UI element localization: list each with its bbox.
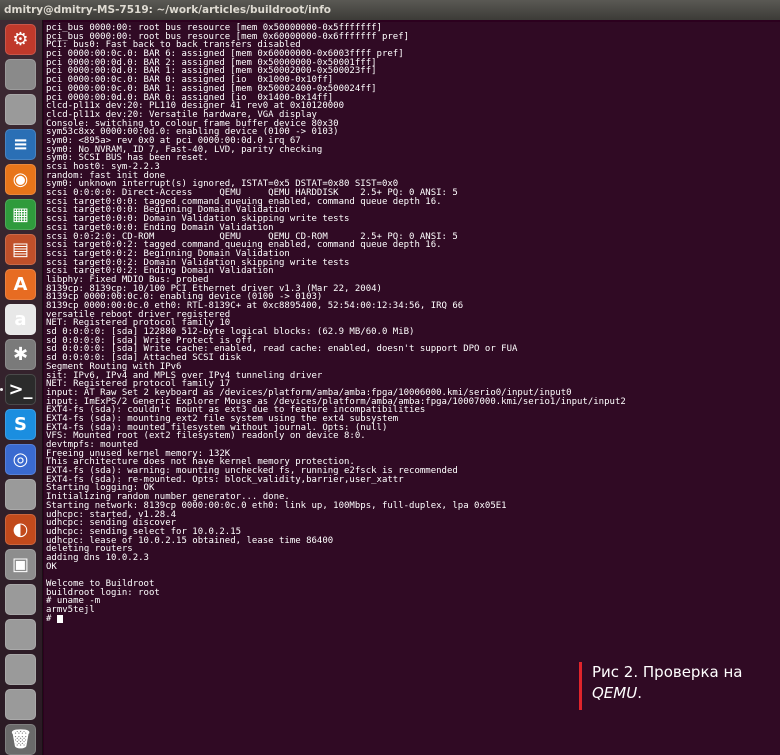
system-settings-icon[interactable]: ⚙: [5, 24, 36, 55]
drive-icon-2[interactable]: [5, 479, 36, 510]
writer-icon[interactable]: ≡: [5, 129, 36, 160]
drive-icon-5[interactable]: [5, 654, 36, 685]
terminal-line: #: [46, 614, 780, 624]
terminal-output[interactable]: pci_bus 0000:00: root bus resource [mem …: [44, 22, 780, 755]
amazon-icon[interactable]: a: [5, 304, 36, 335]
files-icon[interactable]: [5, 59, 36, 90]
floppy-icon[interactable]: ▣: [5, 549, 36, 580]
terminal-line: deleting routers: [46, 544, 133, 555]
drive-icon-3[interactable]: [5, 584, 36, 615]
terminal-cursor: [56, 614, 63, 623]
drive-icon-4[interactable]: [5, 619, 36, 650]
running-indicator: [0, 388, 3, 391]
terminal-line: adding dns 10.0.2.3: [46, 552, 149, 563]
drive-icon-6[interactable]: [5, 689, 36, 720]
chromium-icon[interactable]: ◎: [5, 444, 36, 475]
terminal-line: armv5tejl: [46, 605, 95, 616]
window-title: dmitry@dmitry-MS-7519: ~/work/articles/b…: [4, 4, 331, 16]
figure-caption: Рис 2. Проверка на QEMU.: [579, 662, 769, 710]
caption-period: .: [637, 684, 642, 702]
terminal-line: buildroot login: root: [46, 587, 160, 598]
drive-icon[interactable]: [5, 94, 36, 125]
caption-text: Рис 2. Проверка на: [592, 663, 743, 681]
settings-tools-icon[interactable]: ✱: [5, 339, 36, 370]
calc-icon[interactable]: ▦: [5, 199, 36, 230]
trash-icon[interactable]: 🗑: [5, 724, 36, 755]
skype-icon[interactable]: S: [5, 409, 36, 440]
terminal-line: # uname -m: [46, 596, 101, 607]
window-title-bar[interactable]: dmitry@dmitry-MS-7519: ~/work/articles/b…: [0, 0, 780, 20]
software-center-icon[interactable]: A: [5, 269, 36, 300]
terminal-line: udhcpc: lease of 10.0.2.15 obtained, lea…: [46, 535, 334, 546]
terminal-icon[interactable]: >_: [5, 374, 36, 405]
terminal-line: EXT4-fs (sda): re-mounted. Opts: block_v…: [46, 474, 404, 485]
impress-icon[interactable]: ▤: [5, 234, 36, 265]
firefox-icon[interactable]: ◉: [5, 164, 36, 195]
terminal-line: VFS: Mounted root (ext2 filesystem) read…: [46, 431, 366, 442]
caption-emphasis: QEMU: [592, 684, 638, 702]
terminal-line: OK: [46, 561, 57, 572]
unity-launcher: ⚙ ≡ ◉ ▦ ▤ Aa ✱ >_ S ◎ ◐ ▣ 🗑: [0, 20, 43, 755]
app-icon-orange[interactable]: ◐: [5, 514, 36, 545]
